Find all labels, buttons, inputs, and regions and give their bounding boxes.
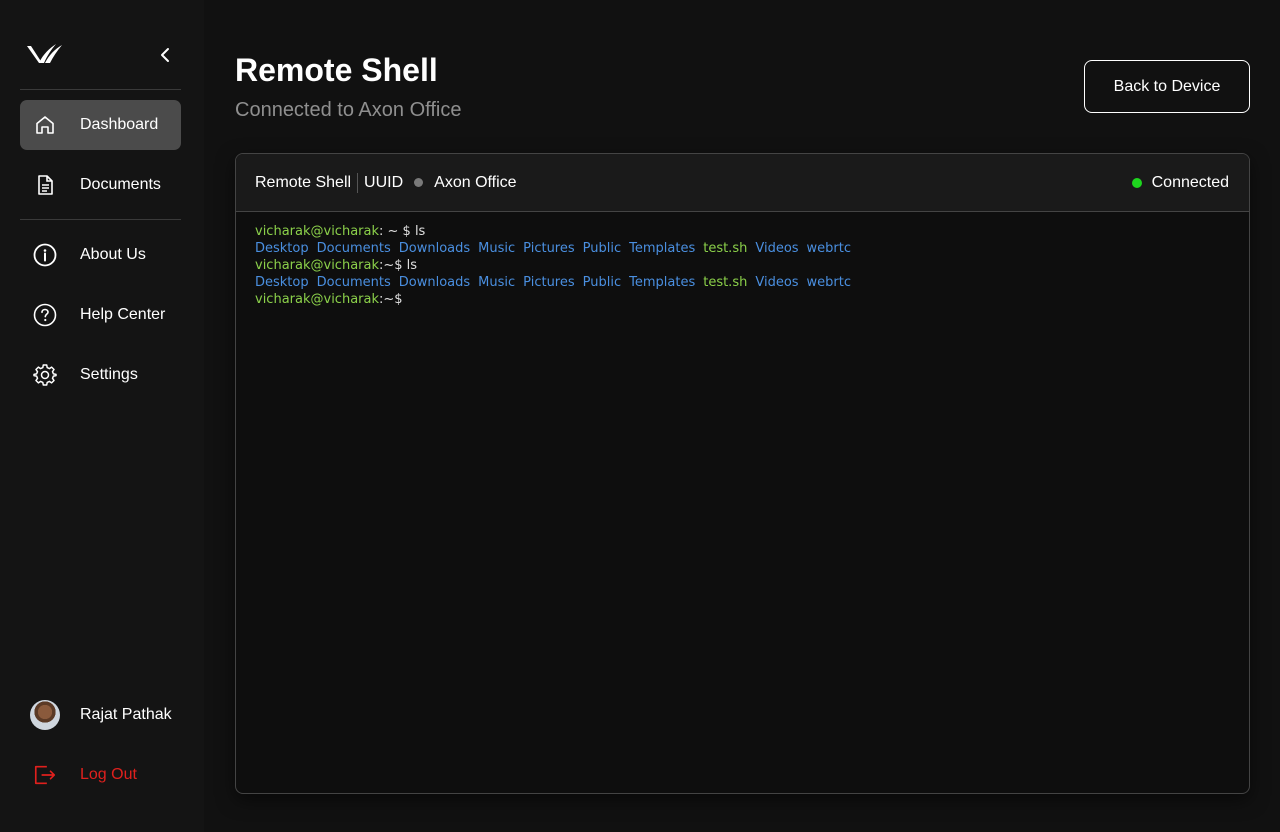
ls-entry: Music (478, 275, 516, 290)
separator-dot-icon (414, 178, 424, 187)
terminal-command: : ~ $ ls (379, 224, 426, 239)
user-name: Rajat Pathak (80, 706, 172, 723)
ls-entry: Videos (755, 241, 799, 256)
sidebar-item-settings[interactable]: Settings (20, 350, 181, 400)
sidebar-item-about-us[interactable]: About Us (20, 230, 181, 280)
sidebar-item-documents[interactable]: Documents (20, 160, 181, 210)
terminal-prompt: vicharak@vicharak (255, 258, 379, 273)
sidebar-item-help-center[interactable]: Help Center (20, 290, 181, 340)
chevron-left-icon (161, 48, 169, 62)
page-title: Remote Shell (235, 52, 438, 88)
sidebar-item-dashboard[interactable]: Dashboard (20, 100, 181, 150)
logout-label: Log Out (80, 766, 137, 783)
terminal-command: :~$ ls (379, 258, 418, 273)
info-icon (33, 243, 57, 267)
remote-shell-panel: Remote Shell UUID Axon Office Connected … (235, 153, 1250, 794)
device-name: Axon Office (434, 173, 517, 191)
ls-entry: Videos (755, 275, 799, 290)
ls-entry: Pictures (523, 275, 575, 290)
terminal-line: vicharak@vicharak:~$ ls (255, 257, 1230, 274)
terminal-prompt: vicharak@vicharak (255, 224, 379, 239)
ls-entry: Templates (629, 241, 696, 256)
ls-entry: Documents (316, 241, 391, 256)
user-profile[interactable]: Rajat Pathak (20, 690, 181, 740)
terminal-output[interactable]: vicharak@vicharak: ~ $ ls Desktop Documen… (255, 223, 1230, 308)
ls-entry: Desktop (255, 275, 309, 290)
back-to-device-button[interactable]: Back to Device (1084, 60, 1250, 113)
ls-entry: Downloads (398, 241, 471, 256)
status-dot-icon (1131, 178, 1142, 188)
ls-entry: Desktop (255, 241, 309, 256)
terminal-prompt: vicharak@vicharak (255, 292, 379, 307)
help-icon (33, 303, 57, 327)
terminal-command: :~$ (379, 292, 403, 307)
ls-entry: Public (582, 241, 622, 256)
logout-button[interactable]: Log Out (20, 750, 181, 800)
uuid-label: UUID (364, 173, 404, 191)
panel-title: Remote Shell (255, 173, 352, 191)
sidebar-item-label: Help Center (80, 306, 166, 323)
ls-entry: Public (582, 275, 622, 290)
status-text: Connected (1151, 174, 1229, 191)
gear-icon (33, 363, 57, 387)
panel-header: Remote Shell UUID Axon Office Connected (236, 154, 1249, 212)
ls-entry: webrtc (806, 275, 852, 290)
document-icon (33, 173, 57, 197)
ls-entry: test.sh (703, 241, 748, 256)
ls-entry: Templates (629, 275, 696, 290)
sidebar: Dashboard Documents About Us Help Center… (0, 0, 204, 832)
ls-entry: Documents (316, 275, 391, 290)
sidebar-item-label: Dashboard (80, 116, 159, 133)
sidebar-item-label: Documents (80, 176, 161, 193)
connection-status: Connected (1131, 154, 1229, 212)
sidebar-item-label: Settings (80, 366, 138, 383)
terminal-line: vicharak@vicharak: ~ $ ls (255, 223, 1230, 240)
terminal-line: vicharak@vicharak:~$ (255, 291, 1230, 308)
ls-entry: test.sh (703, 275, 748, 290)
ls-entry: Music (478, 241, 516, 256)
terminal-line: Desktop Documents Downloads Music Pictures Pu… (255, 274, 1230, 291)
sidebar-divider (20, 219, 181, 220)
header-separator (357, 172, 359, 193)
ls-entry: Downloads (398, 275, 471, 290)
sidebar-item-label: About Us (80, 246, 146, 263)
ls-entry: webrtc (806, 241, 852, 256)
collapse-sidebar-button[interactable] (154, 44, 176, 66)
home-icon (33, 113, 57, 137)
sidebar-divider (20, 89, 181, 90)
avatar (30, 700, 60, 730)
logout-icon (33, 763, 57, 787)
terminal-line: Desktop Documents Downloads Music Pictures Pu… (255, 240, 1230, 257)
ls-entry: Pictures (523, 241, 575, 256)
brand-logo-icon[interactable] (26, 42, 64, 66)
page-subtitle: Connected to Axon Office (235, 99, 462, 121)
